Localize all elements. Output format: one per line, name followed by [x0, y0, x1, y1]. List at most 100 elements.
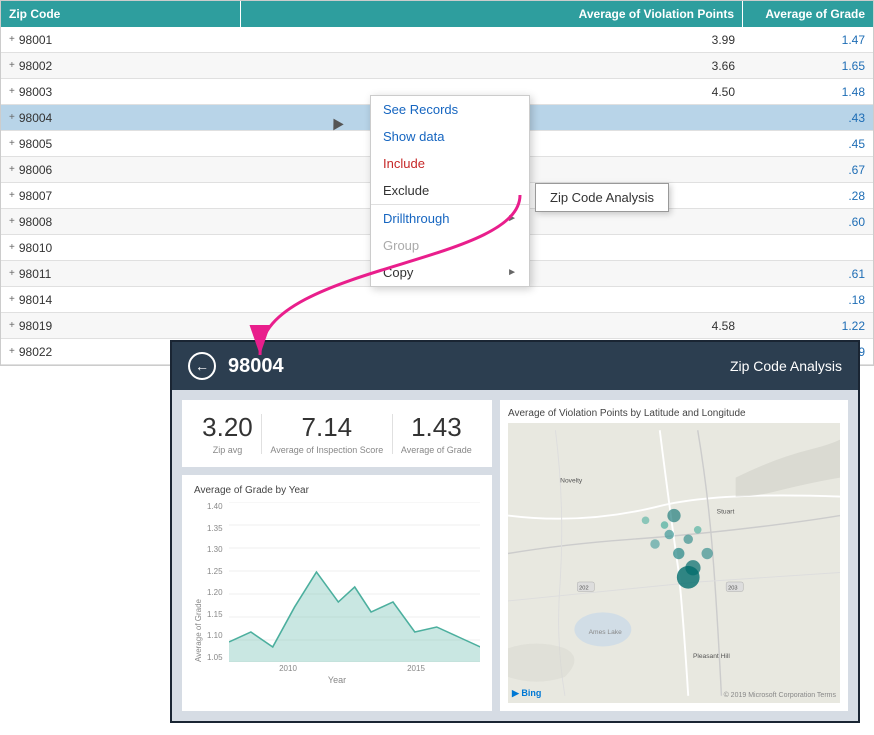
svg-text:Novelty: Novelty [560, 477, 583, 484]
line-chart-svg [229, 502, 480, 662]
kpi-label: Average of Inspection Score [270, 445, 383, 455]
kpi-item-1: 7.14 Average of Inspection Score [270, 412, 383, 455]
expand-icon: + [9, 268, 15, 279]
cell-grade: .18 [743, 293, 873, 307]
context-menu-item-copy[interactable]: Copy► [371, 259, 529, 286]
expand-icon: + [9, 320, 15, 331]
back-icon: ← [195, 358, 209, 374]
expand-icon: + [9, 34, 15, 45]
cell-zip: + 98004 [1, 111, 241, 125]
kpi-value: 7.14 [270, 412, 383, 443]
expand-icon: + [9, 242, 15, 253]
table-row[interactable]: + 98014 .18 [1, 287, 873, 313]
cell-grade: 1.65 [743, 59, 873, 73]
map-container: Ames Lake [508, 423, 840, 703]
cell-zip: + 98001 [1, 33, 241, 47]
drillthrough-panel: ← 98004 Zip Code Analysis 3.20 Zip avg 7… [170, 340, 860, 723]
context-menu-item-see-records[interactable]: See Records [371, 96, 529, 123]
context-menu-item-show-data[interactable]: Show data [371, 123, 529, 150]
expand-icon: + [9, 112, 15, 123]
cell-zip: + 98019 [1, 319, 241, 333]
cell-zip: + 98005 [1, 137, 241, 151]
panel-zip-value: 98004 [228, 355, 730, 378]
x-axis-labels: 2010 2015 [194, 664, 480, 673]
table-header: Zip Code Average of Violation Points Ave… [1, 1, 873, 27]
y-axis-label: 1.15 [207, 610, 223, 619]
expand-icon: + [9, 346, 15, 357]
cell-grade: .67 [743, 163, 873, 177]
y-axis-label: 1.30 [207, 545, 223, 554]
y-axis-labels: 1.40 1.35 1.30 1.25 1.20 1.15 1.10 1.05 [207, 502, 223, 662]
svg-text:Ames Lake: Ames Lake [589, 629, 622, 636]
svg-text:202: 202 [579, 586, 589, 592]
y-axis-label: 1.35 [207, 524, 223, 533]
kpi-divider [392, 414, 393, 454]
header-zip: Zip Code [1, 1, 241, 27]
expand-icon: + [9, 60, 15, 71]
kpi-label: Average of Grade [401, 445, 472, 455]
cell-violation: 3.66 [241, 59, 743, 73]
cell-violation: 3.99 [241, 33, 743, 47]
x-axis-title: Year [194, 675, 480, 685]
cell-grade: .43 [743, 111, 873, 125]
expand-icon: + [9, 138, 15, 149]
map-title: Average of Violation Points by Latitude … [508, 408, 840, 419]
map-svg: Ames Lake [508, 423, 840, 703]
table-row[interactable]: + 98001 3.99 1.47 [1, 27, 873, 53]
map-card: Average of Violation Points by Latitude … [500, 400, 848, 711]
kpi-label: Zip avg [202, 445, 253, 455]
chart-title: Average of Grade by Year [194, 485, 480, 496]
right-column: Average of Violation Points by Latitude … [500, 400, 848, 711]
cell-grade: .28 [743, 189, 873, 203]
map-copyright: © 2019 Microsoft Corporation Terms [724, 692, 836, 699]
cell-zip: + 98002 [1, 59, 241, 73]
cell-zip: + 98006 [1, 163, 241, 177]
cell-grade: 1.48 [743, 85, 873, 99]
kpi-item-0: 3.20 Zip avg [202, 412, 253, 455]
cell-zip: + 98011 [1, 267, 241, 281]
kpi-value: 3.20 [202, 412, 253, 443]
expand-icon: + [9, 190, 15, 201]
expand-icon: + [9, 216, 15, 227]
svg-text:Pleasant Hill: Pleasant Hill [693, 653, 730, 660]
svg-text:Stuart: Stuart [717, 509, 735, 516]
svg-text:203: 203 [728, 586, 738, 592]
header-grade: Average of Grade [743, 1, 873, 27]
expand-icon: + [9, 294, 15, 305]
panel-header: ← 98004 Zip Code Analysis [172, 342, 858, 390]
cell-zip: + 98014 [1, 293, 241, 307]
panel-title: Zip Code Analysis [730, 358, 842, 374]
context-menu-item-exclude[interactable]: Exclude [371, 177, 529, 204]
bing-branding: ▶ Bing [512, 688, 541, 699]
table-row[interactable]: + 98019 4.58 1.22 [1, 313, 873, 339]
cell-grade: 1.22 [743, 319, 873, 333]
kpi-card: 3.20 Zip avg 7.14 Average of Inspection … [182, 400, 492, 467]
cell-zip: + 98010 [1, 241, 241, 255]
y-axis-label: 1.40 [207, 502, 223, 511]
kpi-item-2: 1.43 Average of Grade [401, 412, 472, 455]
expand-icon: + [9, 164, 15, 175]
y-axis-label: 1.25 [207, 567, 223, 576]
left-column: 3.20 Zip avg 7.14 Average of Inspection … [182, 400, 492, 711]
y-axis-label: 1.20 [207, 588, 223, 597]
back-button[interactable]: ← [188, 352, 216, 380]
context-menu-item-include[interactable]: Include [371, 150, 529, 177]
cell-grade: .60 [743, 215, 873, 229]
table-row[interactable]: + 98002 3.66 1.65 [1, 53, 873, 79]
context-menu: See RecordsShow dataIncludeExcludeDrillt… [370, 95, 530, 287]
context-menu-item-group[interactable]: Group [371, 232, 529, 259]
y-axis-label: 1.05 [207, 653, 223, 662]
header-violation: Average of Violation Points [241, 1, 743, 27]
drillthrough-option[interactable]: Zip Code Analysis [535, 183, 669, 212]
cell-grade: .61 [743, 267, 873, 281]
y-axis-title: Average of Grade [194, 502, 203, 662]
chart-plot [229, 502, 480, 662]
cell-violation: 4.58 [241, 319, 743, 333]
kpi-divider [261, 414, 262, 454]
panel-body: 3.20 Zip avg 7.14 Average of Inspection … [172, 390, 858, 721]
cell-zip: + 98003 [1, 85, 241, 99]
y-axis-label: 1.10 [207, 631, 223, 640]
chart-card: Average of Grade by Year Average of Grad… [182, 475, 492, 711]
context-menu-item-drillthrough[interactable]: Drillthrough► [371, 204, 529, 232]
cell-grade: .45 [743, 137, 873, 151]
